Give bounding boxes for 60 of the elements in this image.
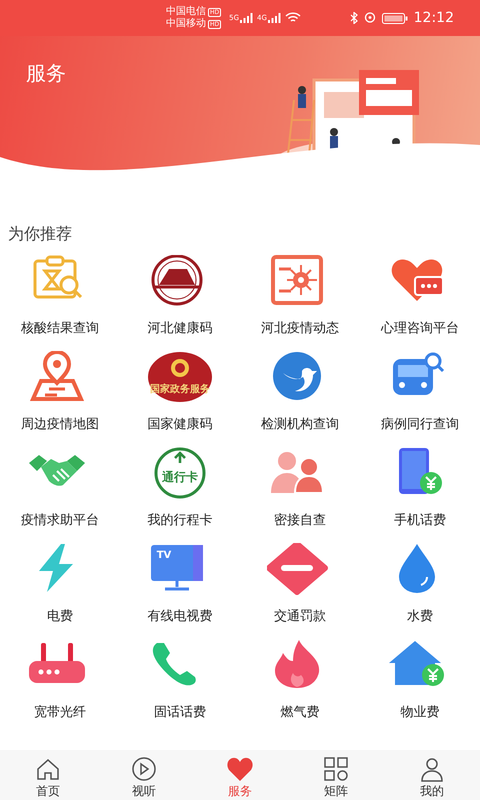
tab-item[interactable]: 视听: [96, 750, 192, 800]
signal-icon: [239, 13, 254, 23]
service-item[interactable]: 核酸结果查询: [0, 252, 120, 338]
service-item[interactable]: 河北疫情动态: [240, 252, 360, 338]
play-icon: [130, 756, 158, 783]
heart-icon: [226, 756, 254, 783]
wifi-icon: [284, 12, 301, 24]
service-label: 宽带光纤: [34, 704, 86, 722]
service-label: 物业费: [400, 704, 440, 722]
location-icon: [364, 12, 376, 24]
service-label: 手机话费: [394, 512, 446, 530]
service-item[interactable]: TV 有线电视费: [120, 540, 240, 626]
service-item[interactable]: 宽带光纤: [0, 636, 120, 722]
service-item[interactable]: 密接自查: [240, 444, 360, 530]
service-item[interactable]: 手机话费: [360, 444, 480, 530]
signal-icon: [266, 13, 281, 23]
service-label: 密接自查: [274, 512, 326, 530]
grid-icon: [322, 756, 350, 783]
service-label: 周边疫情地图: [21, 416, 99, 434]
tab-item[interactable]: 首页: [0, 750, 96, 800]
service-item[interactable]: 通行卡 我的行程卡: [120, 444, 240, 530]
service-label: 电费: [47, 608, 73, 626]
icon-label: TV: [156, 548, 172, 562]
service-item[interactable]: 水费: [360, 540, 480, 626]
service-item[interactable]: 周边疫情地图: [0, 348, 120, 434]
page-title: 服务: [26, 60, 66, 87]
service-label: 病例同行查询: [381, 416, 459, 434]
tab-item[interactable]: 我的: [384, 750, 480, 800]
carrier-name: 中国电信: [166, 6, 206, 18]
service-item[interactable]: 固话话费: [120, 636, 240, 722]
service-label: 国家健康码: [148, 416, 212, 434]
service-label: 心理咨询平台: [381, 320, 459, 338]
service-item[interactable]: 电费: [0, 540, 120, 626]
service-item[interactable]: 交通罚款: [240, 540, 360, 626]
service-item[interactable]: 心理咨询平台: [360, 252, 480, 338]
service-label: 河北健康码: [148, 320, 212, 338]
icon-label: 通行卡: [162, 469, 198, 486]
service-item[interactable]: 河北健康码: [120, 252, 240, 338]
service-item[interactable]: 病例同行查询: [360, 348, 480, 434]
service-item[interactable]: 检测机构查询: [240, 348, 360, 434]
tab-item[interactable]: 服务: [192, 750, 288, 800]
service-item[interactable]: 物业费: [360, 636, 480, 722]
service-label: 我的行程卡: [148, 512, 212, 530]
service-label: 交通罚款: [274, 608, 326, 626]
service-label: 固话话费: [154, 704, 206, 722]
service-item[interactable]: 燃气费: [240, 636, 360, 722]
service-label: 河北疫情动态: [261, 320, 339, 338]
carrier-name: 中国移动: [166, 18, 206, 30]
bluetooth-icon: [350, 12, 358, 24]
section-title: 为你推荐: [8, 224, 73, 244]
service-label: 疫情求助平台: [21, 512, 99, 530]
service-label: 核酸结果查询: [21, 320, 99, 338]
service-label: 有线电视费: [148, 608, 212, 626]
service-item[interactable]: 疫情求助平台: [0, 444, 120, 530]
clock-time: 12:12: [414, 8, 454, 28]
tab-item[interactable]: 矩阵: [288, 750, 384, 800]
service-label: 燃气费: [280, 704, 320, 722]
service-label: 检测机构查询: [261, 416, 339, 434]
service-label: 水费: [407, 608, 433, 626]
battery-icon: [382, 12, 408, 24]
